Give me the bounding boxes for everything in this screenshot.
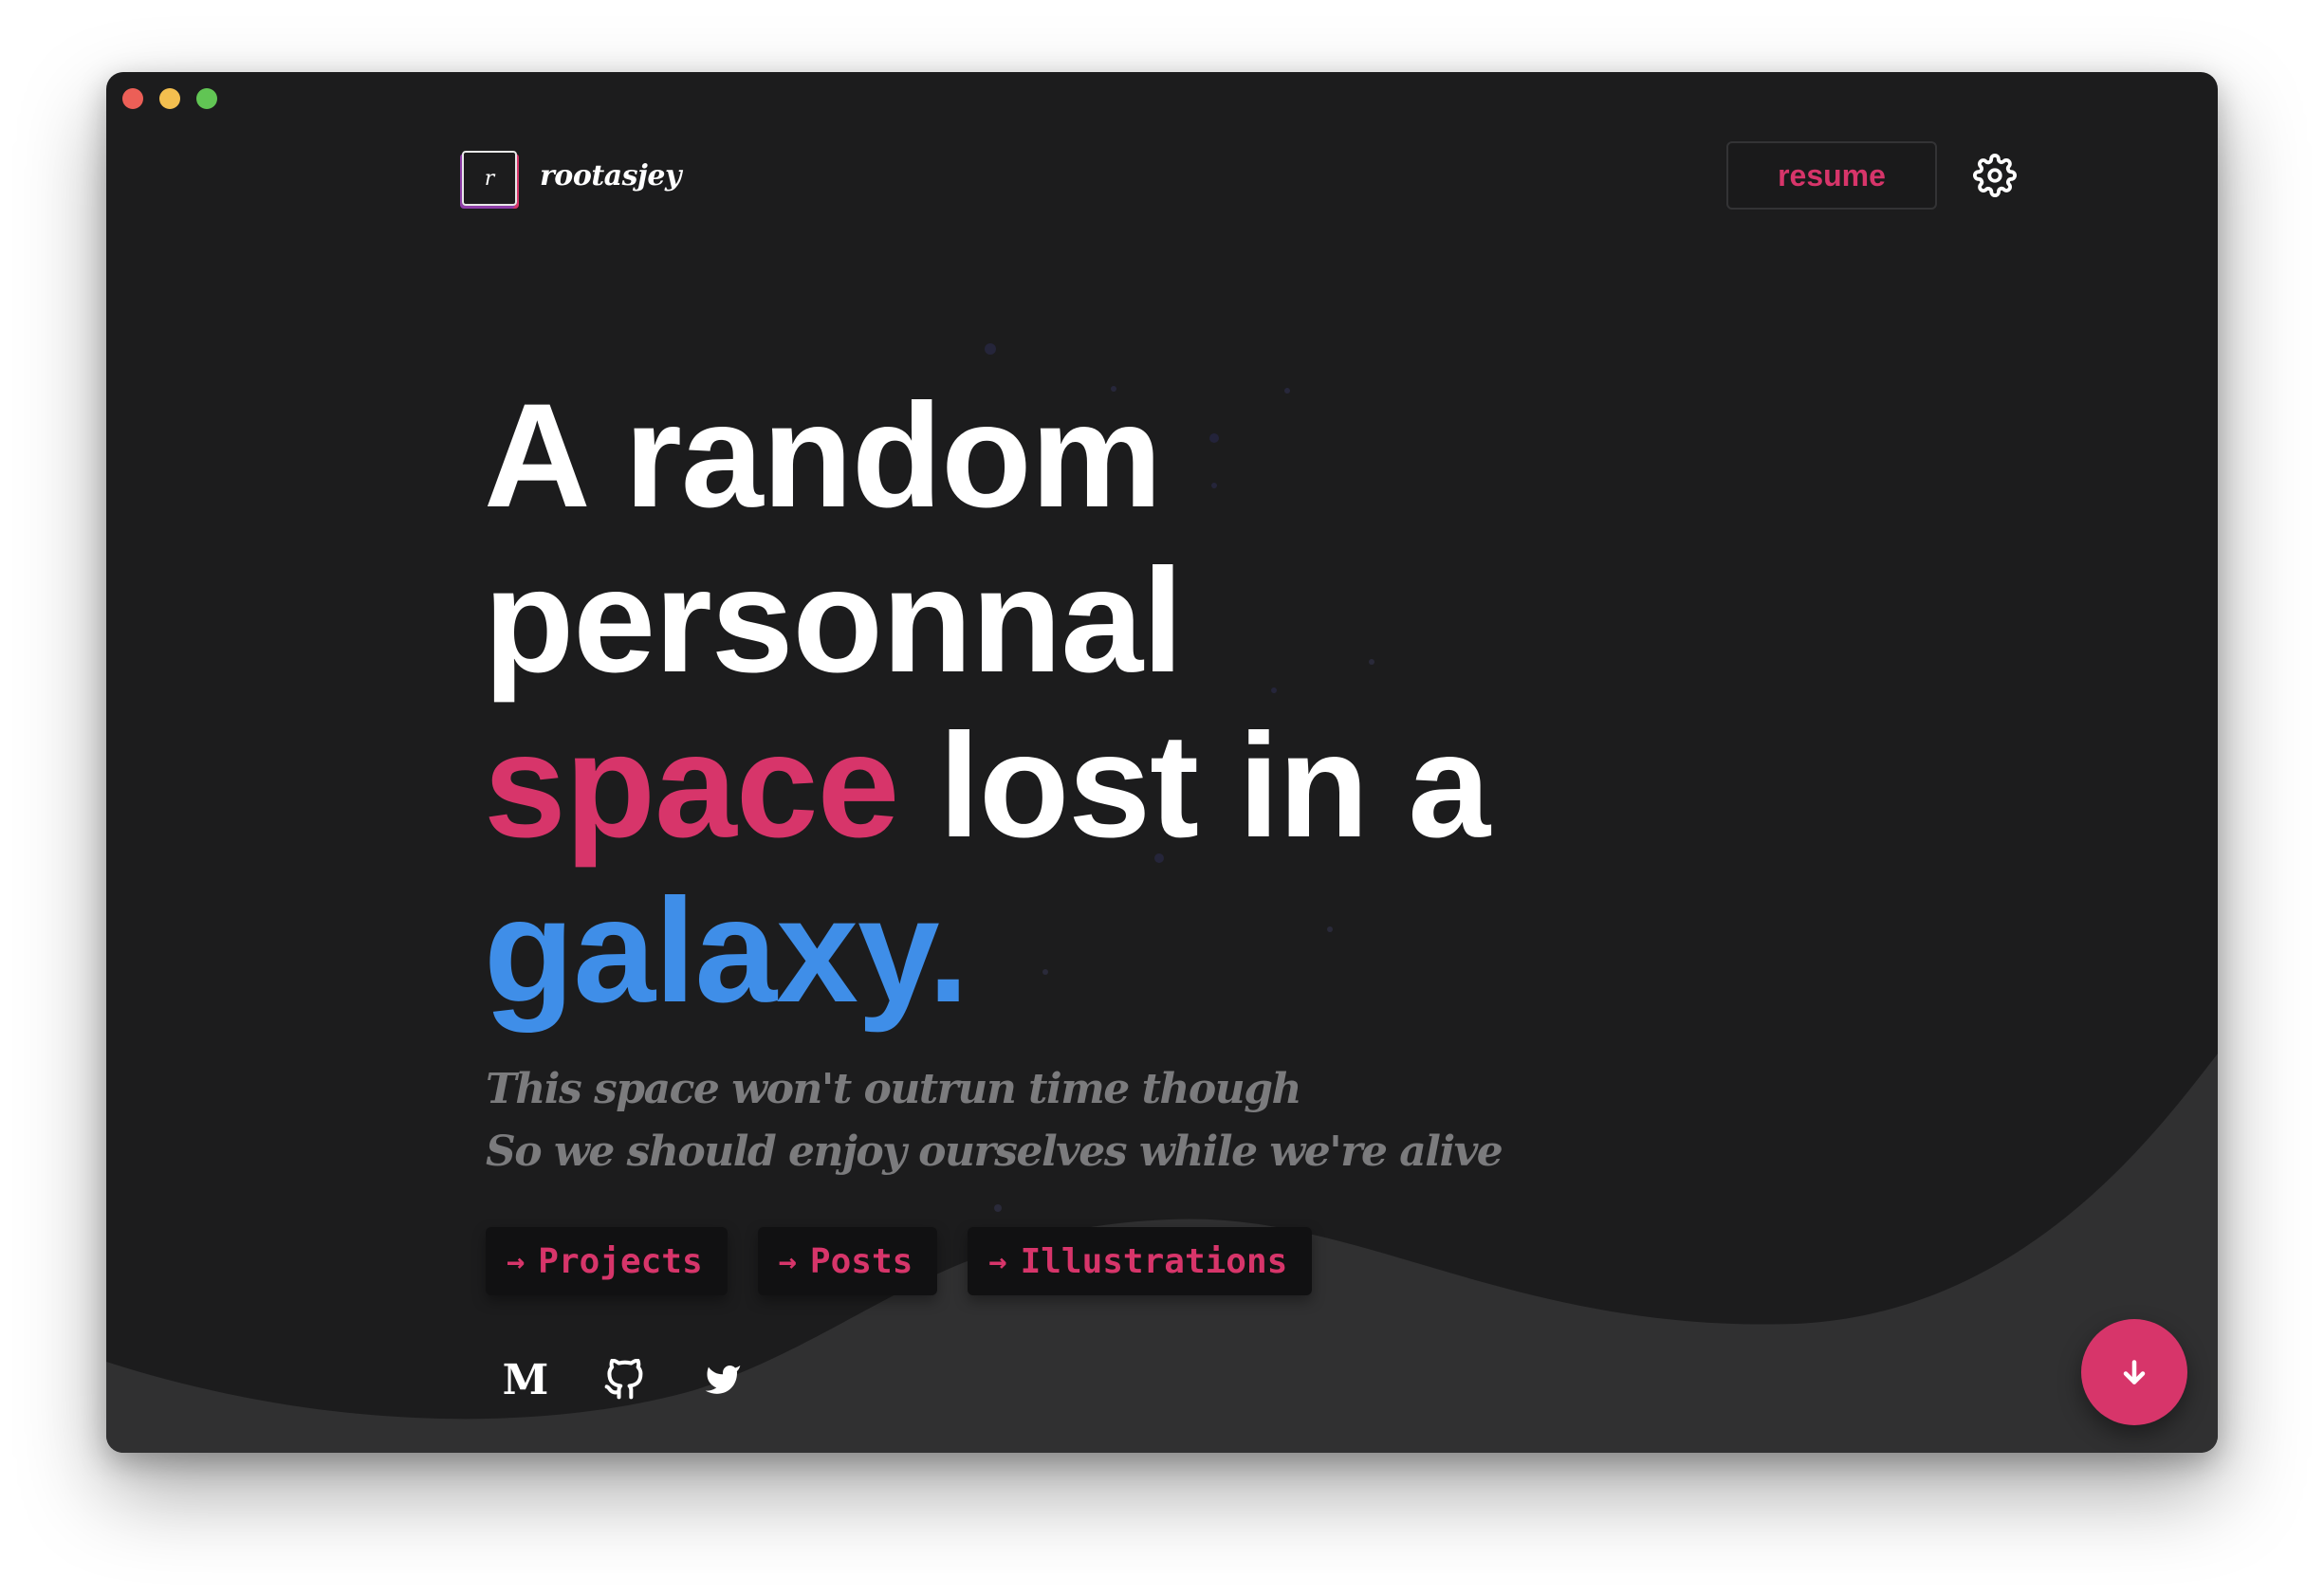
github-link[interactable] — [599, 1354, 650, 1405]
settings-gear-icon[interactable] — [1973, 154, 2017, 197]
hero-line-2: personnal — [484, 539, 1184, 704]
medium-icon: M — [502, 1355, 549, 1404]
site-logo[interactable]: r — [462, 151, 517, 206]
minimize-window-button[interactable] — [159, 88, 180, 109]
projects-link-button[interactable]: → Projects — [486, 1227, 728, 1295]
window-controls — [122, 88, 217, 109]
hero-line-4: galaxy. — [484, 869, 1489, 1034]
hero-line-1: A random — [484, 374, 1162, 539]
maximize-window-button[interactable] — [196, 88, 217, 109]
brand-name[interactable]: rootasjey — [540, 159, 681, 192]
arrow-right-icon: → — [988, 1243, 1007, 1279]
hero-heading: A random personnal space lost in a galax… — [484, 374, 1490, 1034]
logo-letter: r — [484, 166, 495, 191]
quick-links: → Projects → Posts → Illustrations — [486, 1227, 1313, 1295]
projects-link-label: Projects — [538, 1241, 703, 1281]
resume-button[interactable]: resume — [1726, 141, 1937, 210]
illustrations-link-label: Illustrations — [1020, 1241, 1288, 1281]
twitter-icon — [705, 1365, 741, 1394]
illustrations-link-button[interactable]: → Illustrations — [968, 1227, 1313, 1295]
medium-link[interactable]: M — [500, 1354, 551, 1405]
twitter-link[interactable] — [697, 1354, 748, 1405]
tagline-line-1: This space won't outrun time though — [486, 1065, 1301, 1113]
hero-line-3-rest: lost in a — [898, 704, 1490, 869]
hero-line-3: space lost in a — [484, 704, 1490, 869]
arrow-down-icon — [2123, 1360, 2146, 1384]
github-icon — [604, 1359, 643, 1400]
hero-accent-galaxy: galaxy. — [484, 869, 968, 1034]
posts-link-label: Posts — [809, 1241, 913, 1281]
tagline-line-2: So we should enjoy ourselves while we're… — [486, 1128, 1503, 1176]
scroll-down-button[interactable] — [2081, 1319, 2187, 1425]
close-window-button[interactable] — [122, 88, 143, 109]
hero-accent-space: space — [484, 704, 899, 869]
posts-link-button[interactable]: → Posts — [757, 1227, 938, 1295]
arrow-right-icon: → — [507, 1243, 526, 1279]
browser-window: r rootasjey resume A random personnal sp… — [106, 72, 2218, 1453]
social-links: M — [500, 1354, 748, 1405]
tagline: This space won't outrun time though So w… — [486, 1058, 1503, 1183]
arrow-right-icon: → — [778, 1243, 797, 1279]
